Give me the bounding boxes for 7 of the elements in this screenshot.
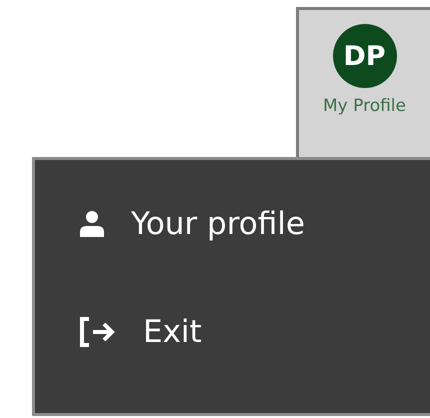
person-icon <box>79 211 105 237</box>
avatar: DP <box>332 24 396 88</box>
exit-icon <box>79 317 117 347</box>
profile-button[interactable]: DP My Profile <box>296 7 430 157</box>
menu-item[interactable]: Your profile <box>79 206 305 242</box>
profile-label: My Profile <box>323 96 406 116</box>
menu-item[interactable]: Exit <box>79 314 202 350</box>
